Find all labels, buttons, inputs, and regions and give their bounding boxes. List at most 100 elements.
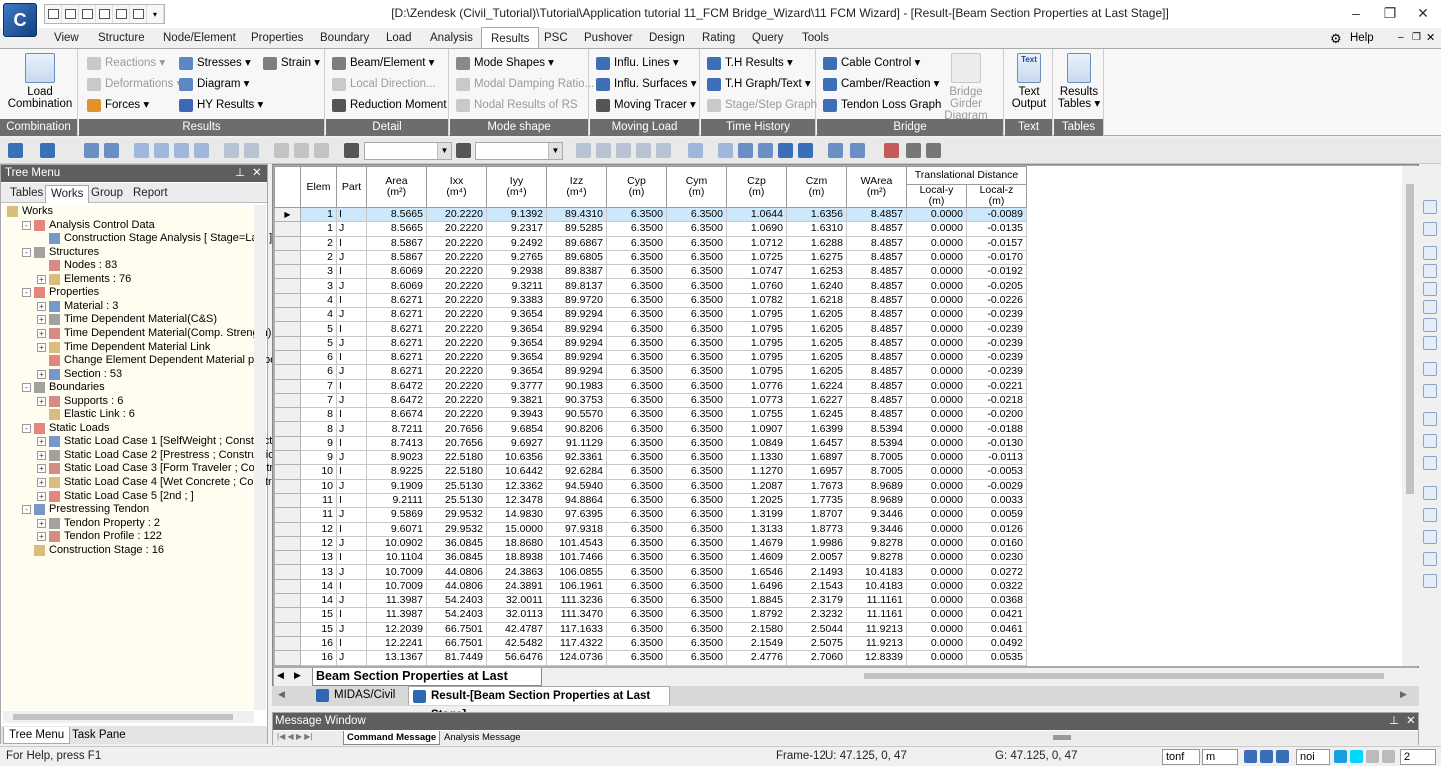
row-selector[interactable]: [274, 392, 301, 409]
table-cell[interactable]: 11.9213: [846, 635, 907, 652]
diagram-button[interactable]: Diagram ▾: [179, 75, 249, 93]
table-cell[interactable]: 6.3500: [606, 407, 667, 423]
table-cell[interactable]: 1.6288: [786, 235, 847, 251]
table-cell[interactable]: -0.0089: [966, 206, 1027, 223]
table-cell[interactable]: 6.3500: [666, 264, 727, 280]
tree-node[interactable]: + Time Dependent Material Link: [37, 341, 210, 354]
table-cell[interactable]: 117.1633: [546, 621, 607, 637]
table-cell[interactable]: J: [336, 621, 367, 637]
table-cell[interactable]: 1.6399: [786, 421, 847, 437]
table-cell[interactable]: 89.6805: [546, 249, 607, 266]
table-cell[interactable]: 0.0000: [906, 464, 967, 480]
table-cell[interactable]: 20.2220: [426, 292, 487, 309]
tendon-loss-graph-button[interactable]: Tendon Loss Graph: [823, 96, 941, 114]
row-selector[interactable]: [274, 478, 301, 494]
table-cell[interactable]: 20.2220: [426, 321, 487, 337]
tab-psc[interactable]: PSC: [542, 28, 570, 48]
tree-node[interactable]: - Properties: [22, 286, 99, 299]
table-row[interactable]: 8 J 8.7211 20.7656 9.6854 90.8206 6.3500 6.3500…: [274, 421, 1027, 437]
table-cell[interactable]: 9.3211: [486, 278, 547, 294]
table-cell[interactable]: 20.2220: [426, 378, 487, 394]
table-cell[interactable]: -0.0221: [966, 378, 1027, 394]
tab-query[interactable]: Query: [750, 28, 785, 48]
tab-report[interactable]: Report: [128, 185, 173, 203]
table-cell[interactable]: 9.1909: [366, 478, 427, 494]
row-selector[interactable]: [274, 535, 301, 552]
table-cell[interactable]: -0.0239: [966, 335, 1027, 351]
table-cell[interactable]: -0.0200: [966, 407, 1027, 423]
table-cell[interactable]: 0.0059: [966, 507, 1027, 523]
tab-analysis[interactable]: Analysis: [428, 28, 475, 48]
table-cell[interactable]: J: [336, 221, 367, 237]
other-select[interactable]: noi: [1296, 749, 1330, 765]
table-cell[interactable]: 6.3500: [666, 421, 727, 437]
table-cell[interactable]: J: [336, 307, 367, 323]
collapse-icon[interactable]: -: [22, 220, 31, 230]
bridge-girder-diagram-button[interactable]: Bridge Girder Diagram: [933, 53, 999, 122]
table-cell[interactable]: 6.3500: [666, 249, 727, 266]
row-selector[interactable]: ▶: [274, 206, 301, 223]
table-cell[interactable]: 8.5867: [366, 235, 427, 251]
table-cell[interactable]: 9.3446: [846, 521, 907, 537]
table-cell[interactable]: I: [336, 435, 367, 452]
table-cell[interactable]: 20.2220: [426, 364, 487, 380]
tree-node[interactable]: + Section : 53: [37, 368, 122, 381]
th-graph-button[interactable]: T.H Graph/Text ▾: [707, 75, 811, 93]
view-right-icon[interactable]: [656, 143, 671, 158]
table-cell[interactable]: 9.5869: [366, 507, 427, 523]
table-cell[interactable]: 8.4857: [846, 264, 907, 280]
table-cell[interactable]: 89.8387: [546, 264, 607, 280]
table-row[interactable]: 7 J 8.6472 20.2220 9.3821 90.3753 6.3500 6.3500…: [274, 392, 1027, 409]
table-cell[interactable]: 0.0000: [906, 349, 967, 366]
row-selector[interactable]: [274, 492, 301, 509]
table-cell[interactable]: 6.3500: [666, 635, 727, 652]
table-cell[interactable]: 1.6240: [786, 278, 847, 294]
table-cell[interactable]: 14: [300, 593, 337, 609]
table-cell[interactable]: 4: [300, 307, 337, 323]
table-cell[interactable]: I: [336, 235, 367, 251]
tree-node[interactable]: + Static Load Case 5 [2nd ; ]: [37, 490, 194, 503]
table-cell[interactable]: 9.2492: [486, 235, 547, 251]
row-selector[interactable]: [274, 264, 301, 280]
table-cell[interactable]: 0.0000: [906, 221, 967, 237]
table-cell[interactable]: 10.4183: [846, 564, 907, 580]
table-cell[interactable]: 6.3500: [666, 378, 727, 394]
table-cell[interactable]: 8.4857: [846, 206, 907, 223]
table-cell[interactable]: 92.6284: [546, 464, 607, 480]
collapse-icon[interactable]: -: [22, 288, 31, 298]
table-row[interactable]: 14 I 10.7009 44.0806 24.3891 106.1961 6.3500 6.…: [274, 578, 1027, 595]
ribbon-minimize-icon[interactable]: –: [1398, 32, 1404, 43]
table-cell[interactable]: 8.5665: [366, 221, 427, 237]
print-preview-icon[interactable]: [130, 5, 147, 23]
table-cell[interactable]: 8.9689: [846, 492, 907, 509]
table-cell[interactable]: 8.5665: [366, 206, 427, 223]
table-cell[interactable]: 1.7673: [786, 478, 847, 494]
table-cell[interactable]: 6.3500: [606, 292, 667, 309]
cable-control-button[interactable]: Cable Control ▾: [823, 54, 920, 72]
table-cell[interactable]: 9.3821: [486, 392, 547, 409]
tree-node[interactable]: Works: [7, 205, 53, 218]
table-row[interactable]: 9 I 8.7413 20.7656 9.6927 91.1129 6.3500 6.3500…: [274, 435, 1027, 452]
table-cell[interactable]: 24.3863: [486, 564, 547, 580]
table-cell[interactable]: 6.3500: [606, 478, 667, 494]
collapse-icon[interactable]: -: [22, 247, 31, 257]
table-cell[interactable]: 9.3654: [486, 321, 547, 337]
table-cell[interactable]: 6.3500: [666, 335, 727, 351]
table-cell[interactable]: 90.8206: [546, 421, 607, 437]
group-icon[interactable]: [884, 143, 899, 158]
table-cell[interactable]: 2.5044: [786, 621, 847, 637]
table-row[interactable]: 5 I 8.6271 20.2220 9.3654 89.9294 6.3500 6.3500…: [274, 321, 1027, 337]
table-cell[interactable]: 9.3943: [486, 407, 547, 423]
selection-combo[interactable]: ▼: [364, 142, 452, 160]
undo-icon[interactable]: [8, 143, 23, 158]
table-cell[interactable]: 6.3500: [606, 249, 667, 266]
table-cell[interactable]: 6.3500: [606, 221, 667, 237]
doc-tab-result[interactable]: Result-[Beam Section Properties at Last …: [408, 686, 670, 721]
fit-icon[interactable]: [174, 143, 189, 158]
table-cell[interactable]: 8.4857: [846, 278, 907, 294]
tab-node-element[interactable]: Node/Element: [161, 28, 238, 48]
select-window-icon[interactable]: [104, 143, 119, 158]
table-cell[interactable]: 0.0033: [966, 492, 1027, 509]
table-cell[interactable]: 0.0000: [906, 564, 967, 580]
app-logo[interactable]: C: [3, 3, 37, 37]
